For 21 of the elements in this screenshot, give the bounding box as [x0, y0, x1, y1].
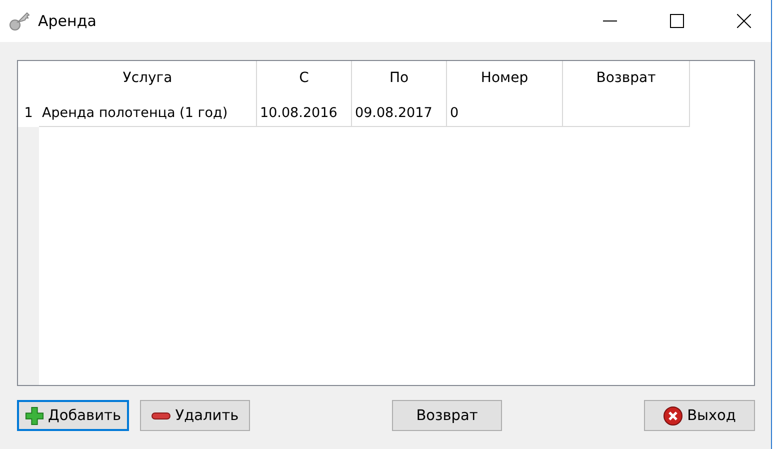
minimize-icon[interactable] [603, 20, 617, 22]
close-icon[interactable] [737, 14, 751, 28]
close-icon [663, 406, 684, 426]
exit-button[interactable]: Выход [644, 400, 755, 431]
add-button[interactable]: Добавить [17, 400, 129, 431]
table-cell: 0 [447, 101, 563, 127]
column-header[interactable]: Номер [447, 61, 563, 101]
table-cell: Аренда полотенца (1 год) [39, 101, 257, 127]
key-icon [8, 10, 30, 32]
maximize-icon[interactable] [670, 14, 684, 28]
column-header[interactable]: Возврат [563, 61, 690, 101]
table-cell: 09.08.2017 [352, 101, 447, 127]
row-number: 1 [23, 104, 34, 123]
column-header[interactable]: По [352, 61, 447, 101]
return-button[interactable]: Возврат [392, 400, 502, 431]
delete-button[interactable]: Удалить [140, 400, 250, 431]
column-header[interactable]: С [257, 61, 352, 101]
column-header[interactable]: Услуга [39, 61, 257, 101]
window-title: Аренда [38, 12, 98, 30]
plus-icon [25, 406, 44, 426]
table-cell: 10.08.2016 [257, 101, 352, 127]
